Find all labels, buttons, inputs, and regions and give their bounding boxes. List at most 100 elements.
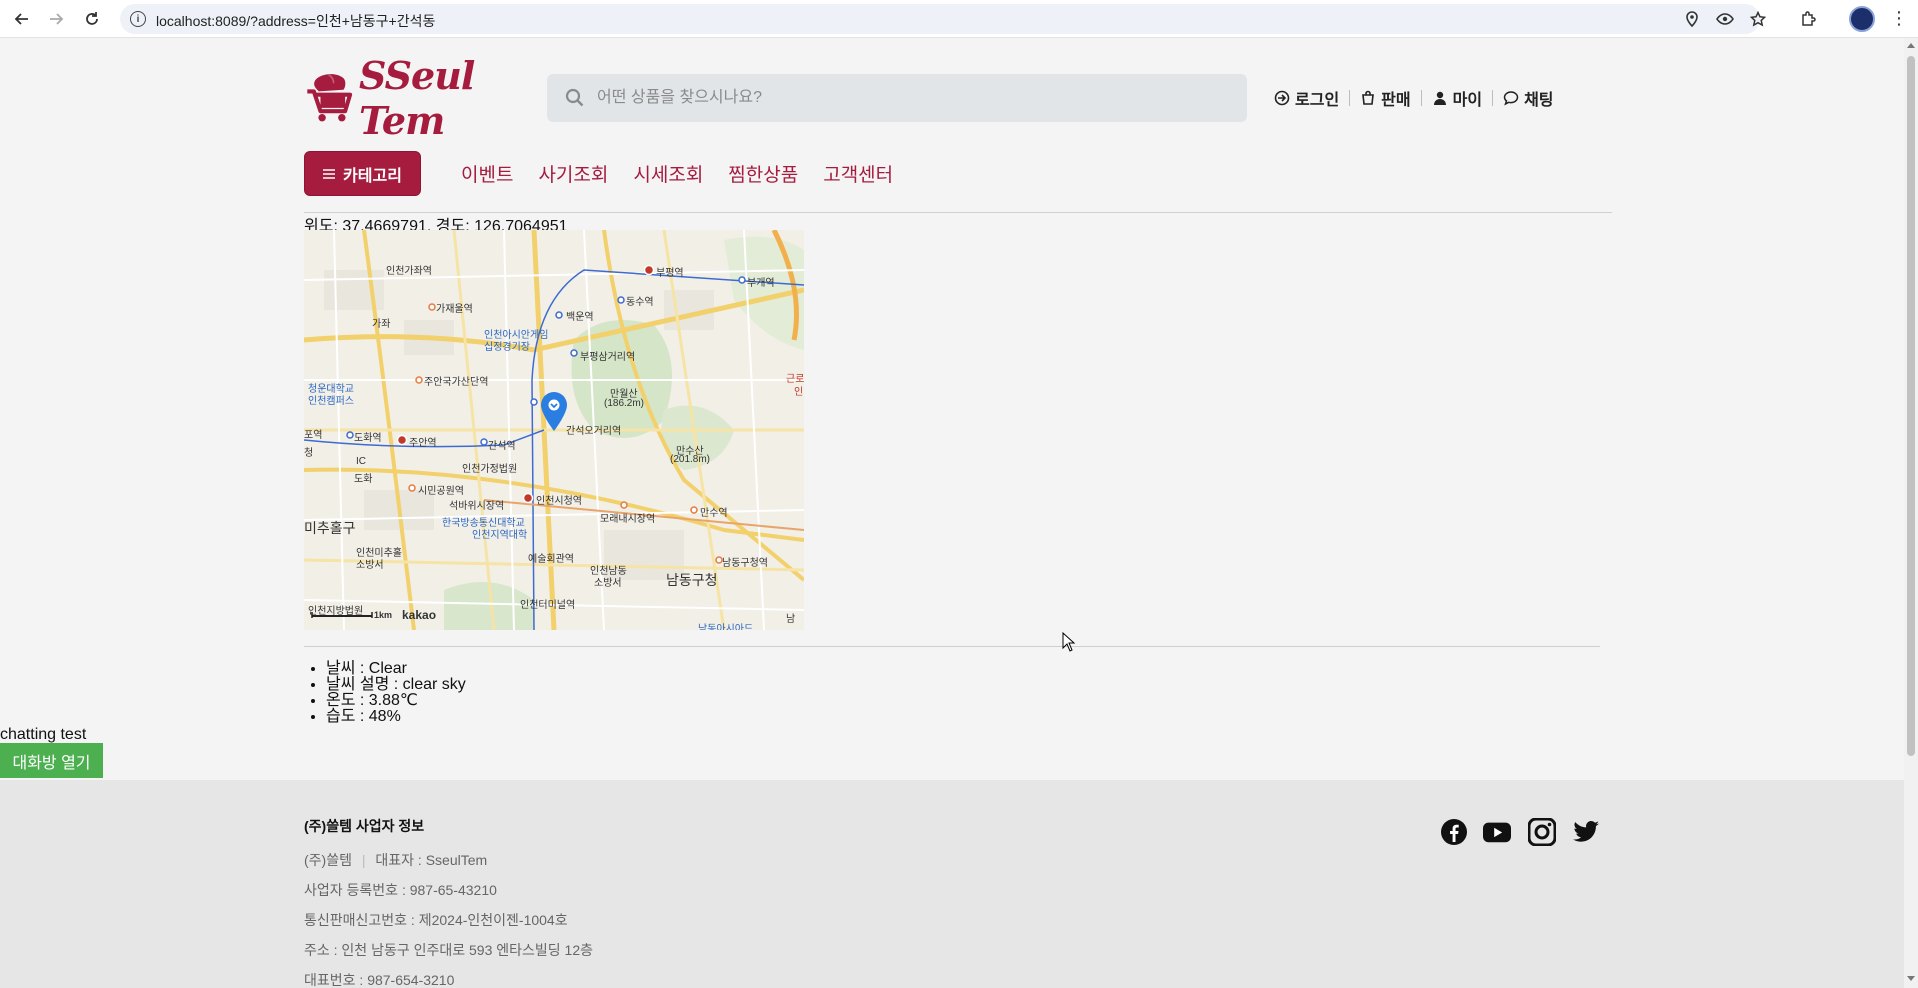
scroll-down-arrow[interactable] bbox=[1907, 976, 1915, 981]
user-icon bbox=[1433, 91, 1446, 105]
sell-bag-icon bbox=[1362, 90, 1375, 105]
shopping-cart-logo-icon bbox=[307, 74, 353, 122]
browser-toolbar: i localhost:8089/?address=인천+남동구+간석동 ⋮ bbox=[0, 0, 1918, 38]
nav-link-price-check[interactable]: 시세조회 bbox=[633, 160, 703, 187]
nav-link-event[interactable]: 이벤트 bbox=[461, 160, 513, 187]
map-label: 간석역 bbox=[488, 441, 516, 452]
map-label: 만수역 bbox=[700, 508, 728, 519]
open-chatroom-button[interactable]: 대화방 열기 bbox=[0, 743, 103, 778]
map-label: 인천캠퍼스 bbox=[308, 396, 354, 407]
map-pin-icon[interactable] bbox=[540, 392, 568, 432]
map-provider-logo: kakao bbox=[402, 608, 437, 622]
map-label: 가재울역 bbox=[436, 304, 473, 315]
map-label: 도화역 bbox=[354, 433, 382, 444]
puzzle-icon[interactable] bbox=[1796, 7, 1820, 31]
chat-link[interactable]: 채팅 bbox=[1493, 86, 1563, 110]
map-label: 도화 bbox=[354, 474, 373, 485]
footer-ceo: 대표자 : SseulTem bbox=[375, 852, 488, 868]
profile-avatar[interactable] bbox=[1849, 6, 1875, 32]
kakao-map[interactable]: 인천가좌역 부평역 부개역 가재울역 가좌 백운역 동수역 인천아시안게임 십정… bbox=[304, 230, 804, 630]
footer-reg-no: 사업자 등록번호 : 987-65-43210 bbox=[304, 882, 497, 898]
login-link[interactable]: 로그인 bbox=[1264, 86, 1349, 110]
kebab-icon[interactable]: ⋮ bbox=[1890, 8, 1908, 29]
nav-link-customer-center[interactable]: 고객센터 bbox=[823, 160, 893, 187]
map-label: 간석오거리역 bbox=[566, 426, 622, 437]
map-label: 부평삼거리역 bbox=[580, 352, 636, 363]
footer-title: (주)쓸템 사업자 정보 bbox=[304, 818, 425, 834]
chat-test-label: chatting test bbox=[0, 726, 87, 743]
youtube-icon[interactable] bbox=[1483, 818, 1511, 846]
star-icon[interactable] bbox=[1746, 7, 1770, 31]
map-label: 가좌 bbox=[372, 319, 391, 330]
my-link[interactable]: 마이 bbox=[1422, 86, 1492, 110]
map-label: (201.8m) bbox=[670, 454, 711, 465]
category-button-label: 카테고리 bbox=[343, 167, 402, 185]
footer: (주)쓸템 사업자 정보 (주)쓸템 | 대표자 : SseulTem 사업자 … bbox=[0, 780, 1904, 988]
map-label: 동수역 bbox=[626, 297, 654, 308]
login-label: 로그인 bbox=[1295, 92, 1340, 109]
mouse-cursor-icon bbox=[1062, 632, 1076, 652]
map-label: 소방서 bbox=[356, 560, 384, 571]
footer-phone: 대표번호 : 987-654-3210 bbox=[304, 972, 455, 988]
map-label: 인천지역대학 bbox=[472, 530, 528, 541]
map-label: 부평역 bbox=[656, 268, 684, 279]
map-label: 미추홀구 bbox=[304, 520, 356, 536]
info-icon[interactable]: i bbox=[130, 11, 146, 27]
page-scrollbar[interactable] bbox=[1904, 38, 1918, 988]
map-label: 십정경기장 bbox=[484, 342, 530, 353]
map-label: IC bbox=[356, 456, 366, 467]
map-scale-label: 1km bbox=[374, 610, 393, 620]
sell-label: 판매 bbox=[1381, 92, 1411, 109]
map-label: 남동아시아드 bbox=[698, 624, 754, 630]
map-label: 인천시청역 bbox=[536, 496, 582, 507]
weather-item: 날씨 설명 : clear sky bbox=[326, 677, 466, 693]
site-logo[interactable]: SSeul Tem bbox=[304, 53, 534, 143]
map-label: 소방서 bbox=[594, 578, 622, 589]
back-button[interactable] bbox=[8, 6, 36, 32]
footer-company-line: (주)쓸템 | 대표자 : SseulTem bbox=[304, 850, 487, 870]
search-input[interactable] bbox=[597, 84, 1217, 112]
section-divider bbox=[304, 646, 1600, 647]
map-label: 청 bbox=[304, 448, 314, 459]
map-label: (186.2m) bbox=[604, 398, 645, 409]
location-icon[interactable] bbox=[1680, 7, 1704, 31]
nav-link-fraud-check[interactable]: 사기조회 bbox=[538, 160, 608, 187]
arrow-left-icon bbox=[14, 13, 28, 25]
map-label: 주안역 bbox=[409, 438, 437, 449]
scroll-up-arrow[interactable] bbox=[1907, 43, 1915, 48]
map-label: 주안국가산단역 bbox=[424, 377, 489, 388]
login-icon bbox=[1274, 90, 1290, 106]
sell-link[interactable]: 판매 bbox=[1350, 86, 1420, 110]
map-label: 인천가정법원 bbox=[462, 464, 518, 475]
nav-link-wishlist[interactable]: 찜한상품 bbox=[728, 160, 798, 187]
map-label: 예술회관역 bbox=[528, 554, 574, 565]
map-label: 시민공원역 bbox=[418, 486, 464, 497]
reload-button[interactable] bbox=[78, 6, 106, 32]
arrow-right-icon bbox=[50, 13, 64, 25]
hamburger-icon bbox=[323, 168, 336, 179]
my-label: 마이 bbox=[1452, 92, 1483, 109]
forward-button[interactable] bbox=[42, 6, 70, 32]
footer-address: 주소 : 인천 남동구 인주대로 593 엔타스빌딩 12층 bbox=[304, 942, 594, 958]
address-url[interactable]: localhost:8089/?address=인천+남동구+간석동 bbox=[156, 11, 435, 31]
search-bar bbox=[547, 74, 1247, 122]
twitter-icon[interactable] bbox=[1572, 818, 1600, 846]
map-label: 석바위시장역 bbox=[449, 501, 505, 512]
search-icon[interactable] bbox=[565, 88, 585, 108]
reload-icon bbox=[86, 12, 98, 25]
instagram-icon[interactable] bbox=[1528, 818, 1556, 846]
address-bar[interactable]: i localhost:8089/?address=인천+남동구+간석동 bbox=[120, 4, 1760, 34]
map-label: 남 bbox=[786, 614, 796, 625]
facebook-icon[interactable] bbox=[1440, 818, 1468, 846]
map-label: 인천지방법원 bbox=[308, 606, 364, 617]
weather-item: 날씨 : Clear bbox=[326, 661, 466, 677]
category-links: 이벤트 사기조회 시세조회 찜한상품 고객센터 bbox=[461, 160, 918, 187]
weather-list: 날씨 : Clear 날씨 설명 : clear sky 온도 : 3.88℃ … bbox=[304, 661, 466, 725]
eye-icon[interactable] bbox=[1713, 7, 1737, 31]
footer-divider: | bbox=[361, 852, 366, 868]
top-nav: 로그인 판매 마이 채팅 bbox=[1264, 86, 1564, 110]
category-button[interactable]: 카테고리 bbox=[304, 151, 421, 196]
map-label: 포역 bbox=[304, 430, 323, 441]
chat-icon bbox=[1503, 91, 1519, 106]
scrollbar-thumb[interactable] bbox=[1907, 56, 1915, 756]
